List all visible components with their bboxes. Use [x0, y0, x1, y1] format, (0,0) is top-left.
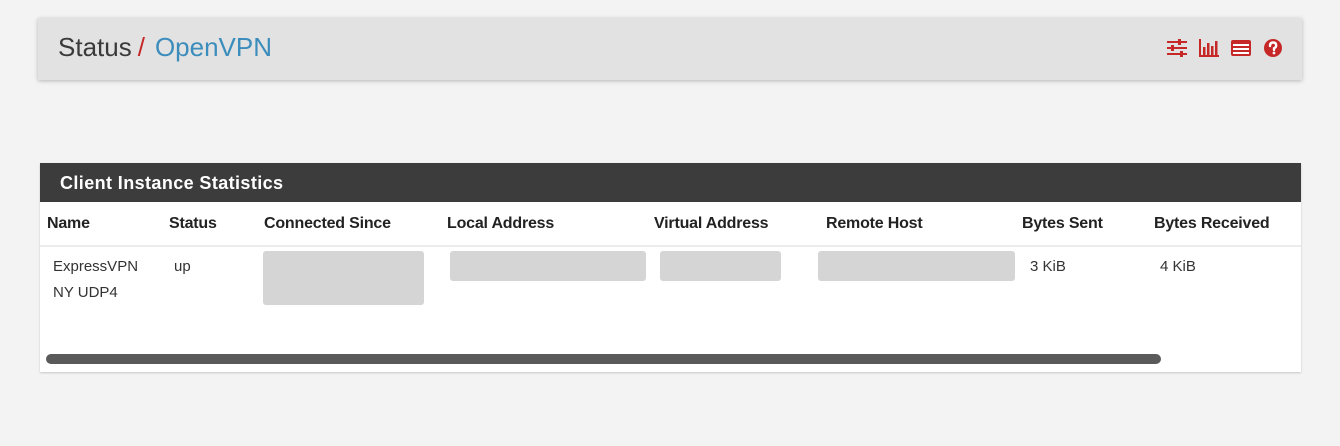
- cell-status: up: [174, 258, 191, 275]
- help-icon[interactable]: [1262, 38, 1284, 58]
- column-header-status: Status: [169, 215, 217, 232]
- column-header-bytes-received: Bytes Received: [1154, 215, 1270, 232]
- redacted-connected-since: [263, 251, 424, 305]
- cell-bytes-sent: 3 KiB: [1030, 258, 1066, 275]
- horizontal-scrollbar[interactable]: [40, 349, 1301, 372]
- breadcrumb-status[interactable]: Status: [58, 32, 132, 62]
- column-header-local-address: Local Address: [447, 215, 555, 232]
- column-header-bytes-sent: Bytes Sent: [1022, 215, 1103, 232]
- cell-name-line1: ExpressVPN: [53, 258, 139, 275]
- cell-name: ExpressVPN NY UDP4: [53, 254, 138, 306]
- redacted-virtual-address: [660, 251, 781, 281]
- redacted-remote-host: [818, 251, 1015, 281]
- column-header-virtual-address: Virtual Address: [654, 215, 769, 232]
- bar-chart-icon[interactable]: [1198, 38, 1220, 58]
- log-list-icon[interactable]: [1230, 38, 1252, 58]
- breadcrumb-separator: /: [137, 32, 145, 62]
- page-header: Status / OpenVPN: [38, 18, 1302, 80]
- header-icon-bar: [1166, 38, 1284, 58]
- panel-title: Client Instance Statistics: [40, 163, 1301, 202]
- scrollbar-thumb[interactable]: [46, 354, 1161, 364]
- column-header-remote-host: Remote Host: [826, 215, 923, 232]
- sliders-icon[interactable]: [1166, 38, 1188, 58]
- breadcrumb: Status / OpenVPN: [58, 32, 272, 62]
- column-header-name: Name: [47, 215, 90, 232]
- cell-bytes-received: 4 KiB: [1160, 258, 1196, 275]
- breadcrumb-openvpn-link[interactable]: OpenVPN: [155, 32, 272, 62]
- redacted-local-address: [450, 251, 646, 281]
- client-instance-statistics-panel: Client Instance Statistics Name Status C…: [40, 163, 1301, 372]
- column-header-connected-since: Connected Since: [264, 215, 391, 232]
- table-header-divider: [40, 245, 1301, 247]
- cell-name-line2: NY UDP4: [53, 284, 118, 301]
